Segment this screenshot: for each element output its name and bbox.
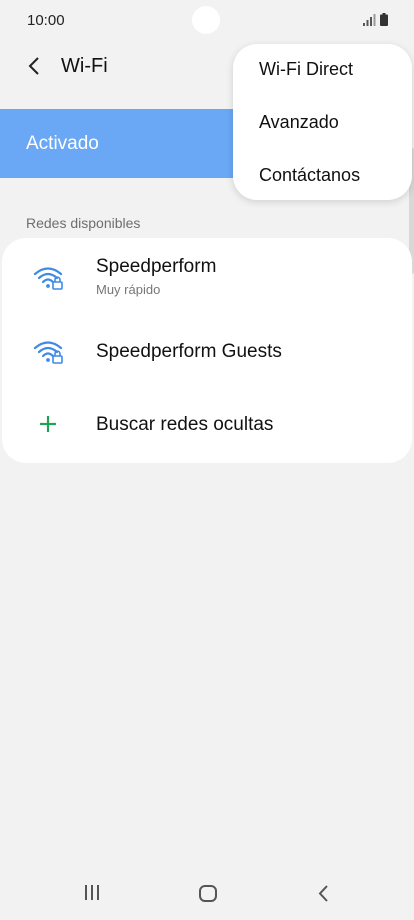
signal-icon <box>363 14 376 26</box>
menu-item-avanzado[interactable]: Avanzado <box>259 112 339 133</box>
status-bar: 10:00 <box>0 0 414 42</box>
network-name: Speedperform <box>96 256 217 277</box>
battery-icon <box>380 13 388 26</box>
navigation-bar <box>0 866 414 920</box>
network-name: Speedperform Guests <box>96 341 282 362</box>
wifi-locked-icon <box>33 267 63 290</box>
home-icon[interactable] <box>198 884 218 903</box>
back-arrow-icon[interactable] <box>24 55 46 77</box>
plus-icon <box>40 416 56 432</box>
page-title: Wi-Fi <box>61 55 108 77</box>
status-time: 10:00 <box>27 12 65 29</box>
menu-item-contactanos[interactable]: Contáctanos <box>259 165 360 186</box>
overflow-menu: Wi-Fi Direct Avanzado Contáctanos <box>233 44 412 200</box>
network-speed: Muy rápido <box>96 282 161 297</box>
wifi-locked-icon <box>33 341 63 364</box>
menu-item-wifi-direct[interactable]: Wi-Fi Direct <box>259 59 353 80</box>
master-toggle-label: Activado <box>26 133 99 154</box>
network-list: Speedperform Muy rápido Speedperform Gue… <box>2 238 412 463</box>
section-header: Redes disponibles <box>26 215 141 231</box>
network-item-speedperform-guests[interactable]: Speedperform Guests <box>2 318 412 386</box>
recent-apps-icon[interactable] <box>83 884 101 901</box>
add-network-label: Buscar redes ocultas <box>96 414 274 435</box>
network-item-speedperform[interactable]: Speedperform Muy rápido <box>2 238 412 318</box>
camera-cutout <box>192 6 220 34</box>
back-icon[interactable] <box>316 884 330 903</box>
add-hidden-network-item[interactable]: Buscar redes ocultas <box>2 386 412 458</box>
